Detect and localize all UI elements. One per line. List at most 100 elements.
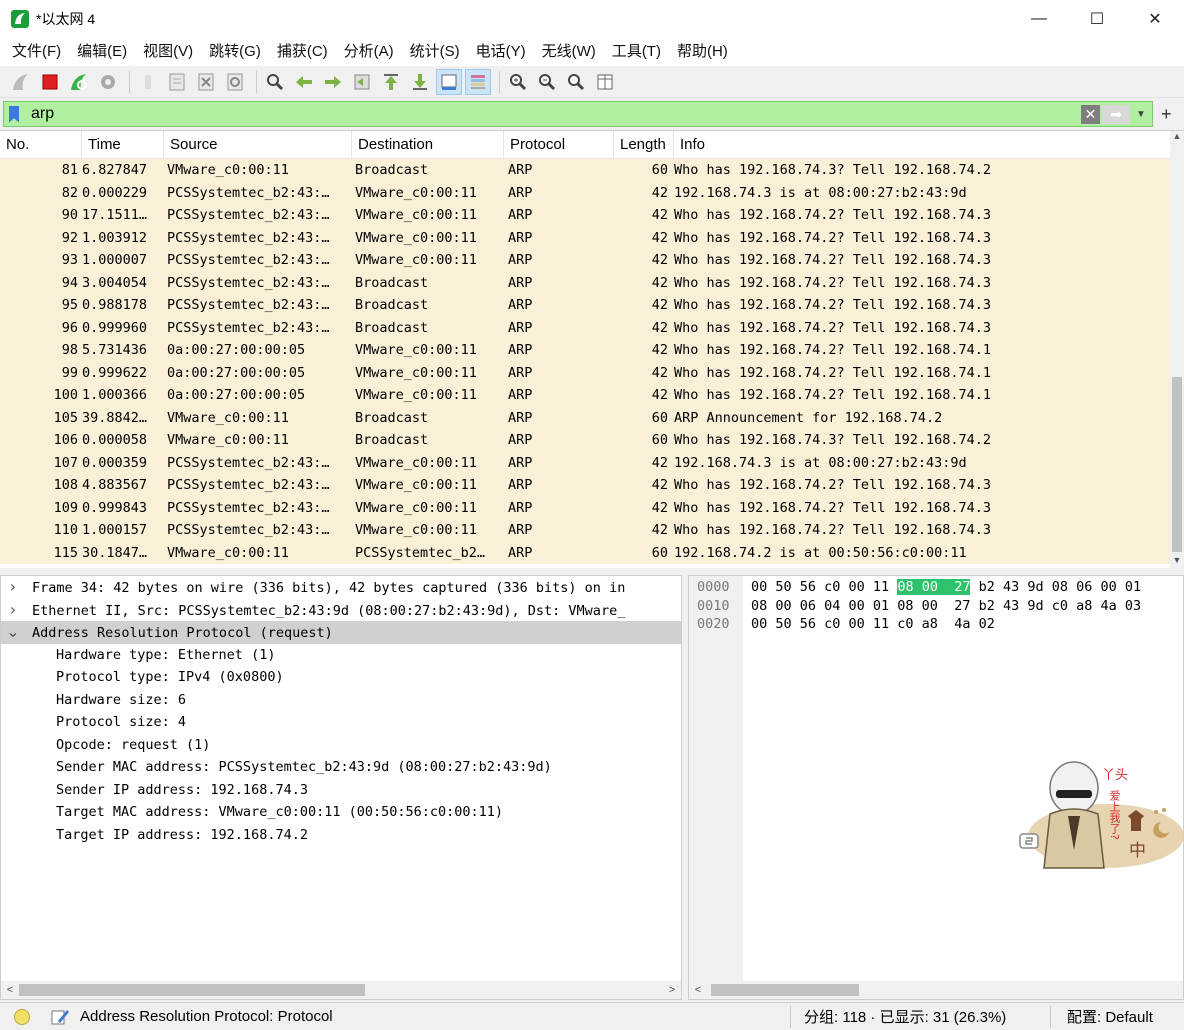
save-file-icon[interactable] [164,69,190,95]
column-header-length[interactable]: Length [614,131,674,159]
tree-subitem[interactable]: Target MAC address: VMware_c0:00:11 (00:… [1,801,681,824]
reload-icon[interactable] [222,69,248,95]
bytes-hscrollbar[interactable]: < [689,981,1183,999]
tree-subitem[interactable]: Hardware size: 6 [1,689,681,712]
packet-row[interactable]: 106 0.000058 VMware_c0:00:11 Broadcast ARP 60… [0,429,1170,452]
restart-capture-icon[interactable] [66,69,92,95]
menu-capture[interactable]: 捕获(C) [269,38,336,66]
menu-analyze[interactable]: 分析(A) [336,38,402,66]
packet-row[interactable]: 109 0.999843 PCSSystemtec_b2:43:… VMware_c0… [0,496,1170,519]
menu-go[interactable]: 跳转(G) [201,38,269,66]
column-header-destination[interactable]: Destination [352,131,504,159]
packet-row[interactable]: 105 39.8842… VMware_c0:00:11 Broadcast ARP 60… [0,406,1170,429]
menu-telephony[interactable]: 电话(Y) [468,38,534,66]
scroll-down-icon[interactable]: ▼ [1172,555,1182,568]
packet-row[interactable]: 96 0.999960 PCSSystemtec_b2:43:… Broadcast A… [0,316,1170,339]
minimize-button[interactable]: — [1010,0,1068,38]
tree-item[interactable]: › Frame 34: 42 bytes on wire (336 bits), … [1,576,681,599]
column-header-source[interactable]: Source [164,131,352,159]
capture-options-icon[interactable] [95,69,121,95]
stop-capture-icon[interactable] [37,69,63,95]
last-packet-icon[interactable] [407,69,433,95]
go-forward-icon[interactable] [320,69,346,95]
packet-row[interactable]: 82 0.000229 PCSSystemtec_b2:43:… VMware_c0:… [0,181,1170,204]
packet-row[interactable]: 107 0.000359 PCSSystemtec_b2:43:… VMware_c0… [0,451,1170,474]
normal-size-icon[interactable] [563,69,589,95]
chevron-right-icon[interactable]: › [1,576,25,599]
packet-list-scrollbar[interactable]: ▲ ▼ [1170,131,1184,568]
tree-subitem[interactable]: Sender IP address: 192.168.74.3 [1,779,681,802]
column-header-no[interactable]: No. [0,131,82,159]
edit-comment-icon[interactable] [50,1008,70,1026]
hex-line[interactable]: 00 50 56 c0 00 11 08 00 27 b2 43 9d 08 0… [751,578,1141,597]
toolbar-separator [129,70,130,93]
chevron-down-icon[interactable]: ⌄ [1,621,25,644]
packet-row[interactable]: 100 1.000366 0a:00:27:00:00:05 VMware_c0:00… [0,384,1170,407]
maximize-button[interactable]: ☐ [1068,0,1126,38]
expert-info-icon[interactable] [14,1008,30,1025]
close-button[interactable]: ✕ [1126,0,1184,38]
details-hscrollbar[interactable]: < > [1,981,681,999]
menu-edit[interactable]: 编辑(E) [69,38,135,66]
scrollbar-thumb[interactable] [19,984,365,996]
menu-tools[interactable]: 工具(T) [604,38,669,66]
cell-protocol: ARP [508,477,533,493]
packet-row[interactable]: 108 4.883567 PCSSystemtec_b2:43:… VMware_c0… [0,474,1170,497]
scrollbar-thumb[interactable] [1172,377,1182,552]
packet-row[interactable]: 115 30.1847… VMware_c0:00:11 PCSSystemtec_b… [0,541,1170,564]
scroll-right-icon[interactable]: > [665,981,679,999]
apply-filter-icon[interactable]: ➡ [1102,105,1130,124]
packet-row[interactable]: 99 0.999622 0a:00:27:00:00:05 VMware_c0:00:… [0,361,1170,384]
scroll-up-icon[interactable]: ▲ [1172,131,1182,145]
autoscroll-icon[interactable] [436,68,462,95]
tree-subitem[interactable]: Target IP address: 192.168.74.2 [1,824,681,847]
column-header-protocol[interactable]: Protocol [504,131,614,159]
first-packet-icon[interactable] [378,69,404,95]
column-header-time[interactable]: Time [82,131,164,159]
chevron-down-icon[interactable]: ▼ [1134,105,1148,124]
menu-statistics[interactable]: 统计(S) [402,38,468,66]
tree-subitem[interactable]: Protocol type: IPv4 (0x0800) [1,666,681,689]
packet-row[interactable]: 92 1.003912 PCSSystemtec_b2:43:… VMware_c0:… [0,226,1170,249]
scrollbar-thumb[interactable] [711,984,859,996]
packet-row[interactable]: 94 3.004054 PCSSystemtec_b2:43:… Broadcast A… [0,271,1170,294]
hex-line[interactable]: 00 50 56 c0 00 11 c0 a8 4a 02 [751,615,995,634]
go-back-icon[interactable] [291,69,317,95]
find-packet-icon[interactable] [262,69,288,95]
column-header-info[interactable]: Info [674,131,1170,159]
shark-fin-start-icon[interactable] [8,69,34,95]
menu-wireless[interactable]: 无线(W) [534,38,604,66]
zoom-in-icon[interactable] [505,69,531,95]
zoom-out-icon[interactable] [534,69,560,95]
menu-file[interactable]: 文件(F) [4,38,69,66]
title-bar: *以太网 4 — ☐ ✕ [0,0,1184,38]
packet-row[interactable]: 98 5.731436 0a:00:27:00:00:05 VMware_c0:00:… [0,339,1170,362]
scroll-left-icon[interactable]: < [691,981,705,999]
add-filter-button[interactable]: + [1161,104,1172,125]
go-to-packet-icon[interactable] [349,69,375,95]
resize-columns-icon[interactable] [592,69,618,95]
display-filter-input[interactable] [31,105,1071,123]
hex-line[interactable]: 08 00 06 04 00 01 08 00 27 b2 43 9d c0 a… [751,597,1141,616]
tree-subitem[interactable]: Hardware type: Ethernet (1) [1,644,681,667]
close-file-icon[interactable] [193,69,219,95]
clear-filter-icon[interactable]: ✕ [1081,105,1100,124]
tree-item[interactable]: ⌄ Address Resolution Protocol (request) [1,621,681,644]
bookmark-icon[interactable] [9,105,19,123]
menu-view[interactable]: 视图(V) [135,38,201,66]
menu-help[interactable]: 帮助(H) [669,38,736,66]
profile-selector[interactable]: 配置: Default [1067,1006,1153,1027]
packet-row[interactable]: 110 1.000157 PCSSystemtec_b2:43:… VMware_c0… [0,519,1170,542]
scroll-left-icon[interactable]: < [3,981,17,999]
packet-row[interactable]: 93 1.000007 PCSSystemtec_b2:43:… VMware_c0:… [0,249,1170,272]
packet-row[interactable]: 81 6.827847 VMware_c0:00:11 Broadcast ARP 60 W… [0,159,1170,182]
colorize-icon[interactable] [465,68,491,95]
tree-item[interactable]: › Ethernet II, Src: PCSSystemtec_b2:43:9d… [1,599,681,622]
open-file-icon[interactable] [135,69,161,95]
packet-row[interactable]: 95 0.988178 PCSSystemtec_b2:43:… Broadcast A… [0,294,1170,317]
tree-subitem[interactable]: Opcode: request (1) [1,734,681,757]
tree-subitem[interactable]: Protocol size: 4 [1,711,681,734]
tree-subitem[interactable]: Sender MAC address: PCSSystemtec_b2:43:9… [1,756,681,779]
packet-row[interactable]: 90 17.1511… PCSSystemtec_b2:43:… VMware_c0:… [0,204,1170,227]
chevron-right-icon[interactable]: › [1,599,25,622]
